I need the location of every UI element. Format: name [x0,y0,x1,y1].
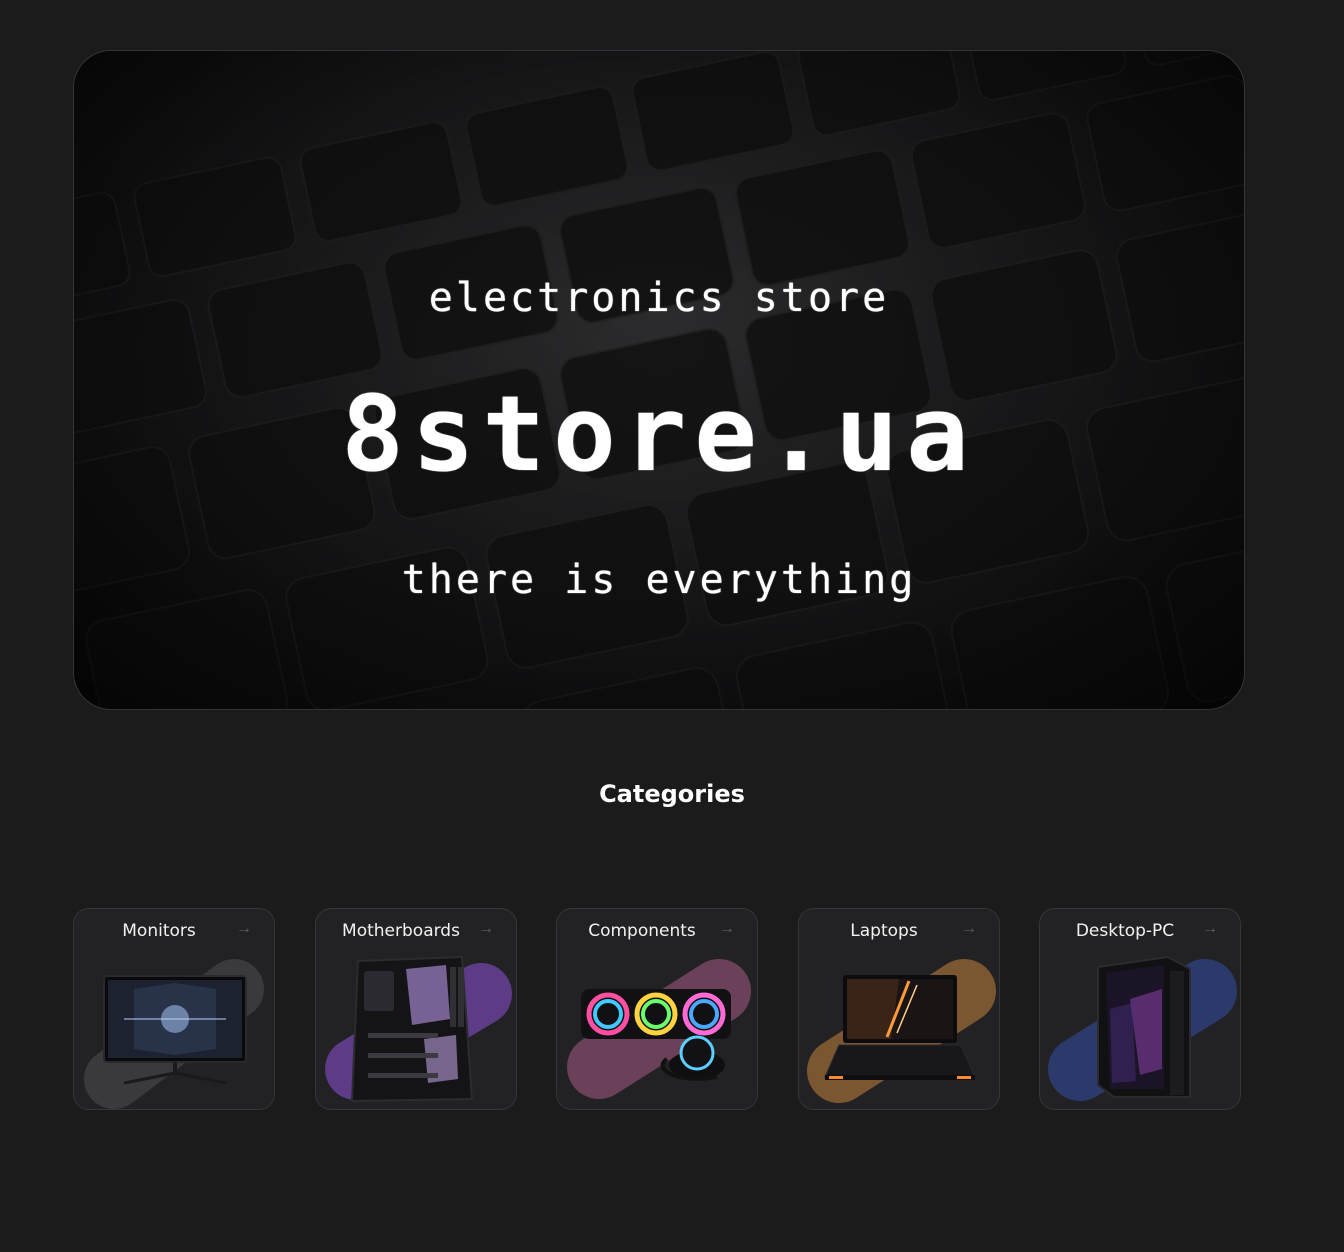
category-card-laptops[interactable]: Laptops → [798,908,1000,1110]
category-label: Components [588,921,696,941]
category-card-motherboards[interactable]: Motherboards → [315,908,517,1110]
hero-title: 8store.ua [341,373,977,495]
arrow-right-icon: → [719,920,735,937]
cooler-image [567,959,751,1099]
hero-tagline: there is everything [401,557,917,603]
page: electronics store 8store.ua there is eve… [0,0,1344,1252]
arrow-right-icon: → [478,920,494,937]
arrow-right-icon: → [961,920,977,937]
category-label: Motherboards [342,921,460,941]
category-card-components[interactable]: Components → [556,908,758,1110]
hero-subtitle: electronics store [428,275,890,321]
categories-heading: Categories [599,780,745,808]
category-label: Monitors [122,921,196,941]
desktop-pc-image [1048,955,1237,1101]
category-card-monitors[interactable]: Monitors → [73,908,275,1110]
category-label: Laptops [850,921,918,941]
monitor-image [84,959,264,1109]
category-list: Monitors → Motherboards → Components → L… [73,908,1243,1112]
arrow-right-icon: → [236,920,252,937]
motherboard-image [325,955,512,1103]
arrow-right-icon: → [1202,920,1218,937]
category-card-desktop-pc[interactable]: Desktop-PC → [1039,908,1241,1110]
laptop-image [807,959,996,1103]
hero-banner[interactable]: electronics store 8store.ua there is eve… [73,50,1245,710]
category-label: Desktop-PC [1075,921,1175,941]
